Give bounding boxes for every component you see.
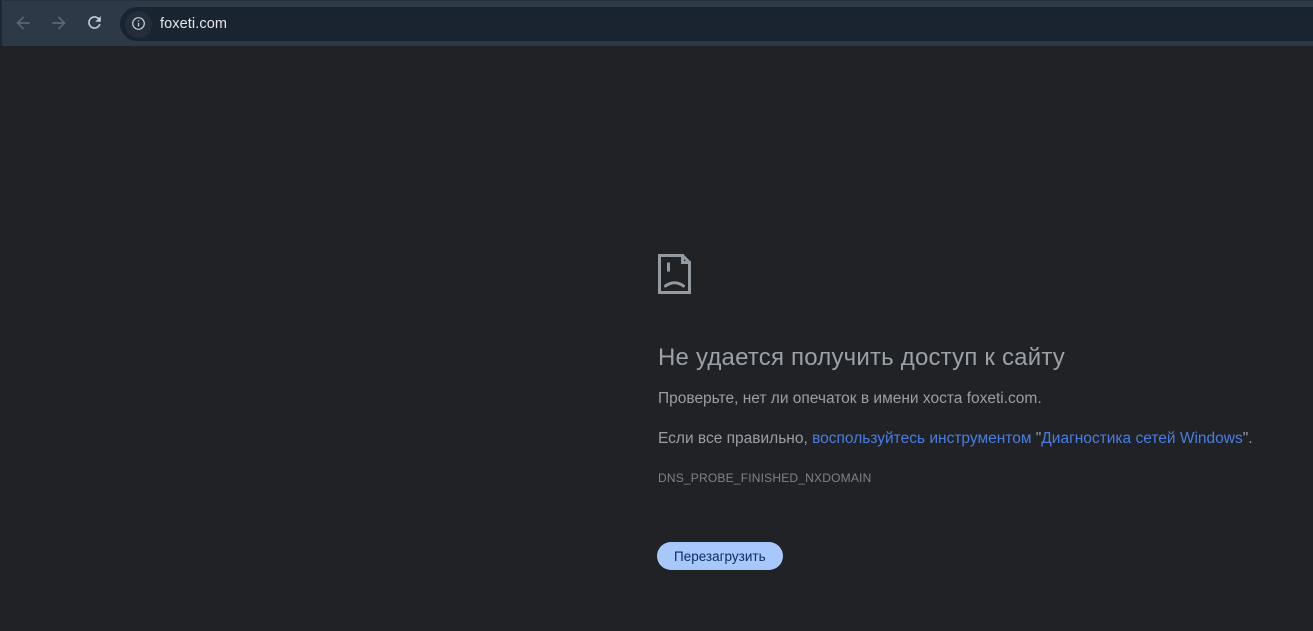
diagnostics-link-part-1[interactable]: воспользуйтесь инструментом [812, 430, 1031, 447]
error-check-typo-text: Проверьте, нет ли опечаток в имени хоста… [658, 390, 1042, 407]
back-button[interactable] [12, 13, 34, 35]
address-bar[interactable]: foxeti.com [120, 7, 1313, 41]
error-page: Не удается получить доступ к сайту Прове… [0, 46, 1313, 631]
reload-page-button[interactable]: Перезагрузить [657, 542, 783, 570]
reload-icon [85, 13, 104, 35]
diagnostics-link-part-2[interactable]: Диагностика сетей Windows [1041, 430, 1242, 447]
diagnostics-quote-open: " [1031, 430, 1042, 447]
sad-file-icon [657, 253, 692, 295]
error-diagnostics-text: Если все правильно, воспользуйтесь инстр… [658, 430, 1253, 448]
arrow-left-icon [13, 13, 33, 36]
error-code: DNS_PROBE_FINISHED_NXDOMAIN [658, 471, 872, 485]
error-title: Не удается получить доступ к сайту [658, 344, 1065, 371]
site-info-button[interactable] [125, 11, 152, 38]
arrow-right-icon [49, 13, 69, 36]
forward-button[interactable] [48, 13, 70, 35]
info-icon [130, 15, 147, 35]
diagnostics-suffix: ". [1242, 430, 1253, 447]
diagnostics-prefix: Если все правильно, [658, 430, 813, 447]
url-text: foxeti.com [160, 16, 228, 32]
reload-button[interactable] [83, 13, 105, 35]
browser-toolbar: foxeti.com [0, 0, 1313, 46]
